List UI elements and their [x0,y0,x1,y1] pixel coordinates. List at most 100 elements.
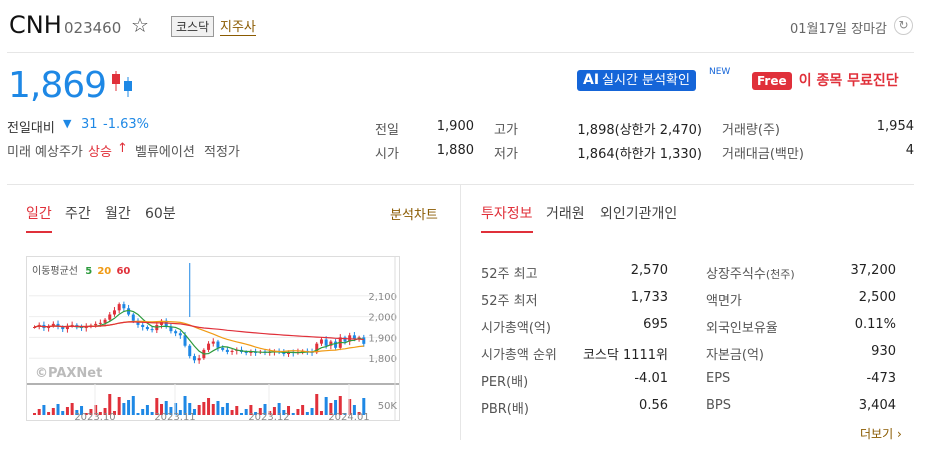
invest-value: 0.56 [639,398,668,413]
volume-bar [207,398,211,415]
volume-bar [225,403,229,415]
volume-bar [291,413,295,415]
candle-body [211,341,215,344]
candle-body [178,333,182,336]
analysis-chart-link[interactable]: 분석차트 [390,204,438,223]
chevron-right-icon: › [893,427,902,441]
tab-60min[interactable]: 60분 [145,203,176,223]
ai-badge: AI 실시간 분석확인 [577,70,696,91]
volume-bar [230,410,234,415]
invest-label: 상장주식수(천주) [706,267,795,282]
tab-daily[interactable]: 일간 [26,203,52,223]
forecast-label: 미래 예상주가 [7,145,83,160]
tab-brokers[interactable]: 거래원 [546,203,585,223]
invest-label: 자본금(억) [706,348,764,363]
star-icon[interactable]: ☆ [131,13,149,37]
candle-body [334,341,338,348]
candle-body [131,314,135,321]
candle-body [94,323,98,326]
volume-bar [145,405,149,415]
x-tick-label: 2023.12 [248,412,289,420]
candle-body [225,349,229,352]
invest-value: 2,570 [630,263,668,278]
y-tick-label: 2,000 [368,313,397,324]
change-arrow: ▼ [63,117,72,130]
summary-label-open: 시가 [375,147,399,162]
volume-bar [202,402,206,415]
y-tick-label: 1,800 [368,354,397,365]
group-tag[interactable]: 지주사 [220,16,256,36]
candle-body [117,304,121,311]
new-badge: NEW [709,67,731,77]
volume-bar [127,400,131,415]
summary-label-amount: 거래대금(백만) [722,147,804,162]
price-chart[interactable]: 이동평균선 5 20 60 2,100 2,000 1,900 1,800 50K 202… [26,256,400,421]
chart-canvas: 2,100 2,000 1,900 1,800 50K 2023.10 2023.11 202… [27,257,399,420]
stock-name: CNH [9,11,62,39]
candle-body [174,331,178,334]
invest-label: 액면가 [706,294,742,309]
forecast-value[interactable]: 상승 [88,141,112,160]
candle-body [98,322,102,324]
volume-bar [197,405,201,415]
volume-bar [65,407,69,415]
invest-label: 외국인보유율 [706,321,778,336]
invest-value: -4.01 [634,371,668,386]
chart-watermark: ©PAXNet [35,366,103,381]
volume-bar [315,394,319,415]
tab-monthly[interactable]: 월간 [105,203,131,223]
refresh-icon[interactable]: ↻ [894,16,913,35]
free-diagnosis-button[interactable]: Free 이 종목 무료진단 [752,70,899,90]
summary-value-low: 1,864(하한가 1,330) [577,147,702,162]
volume-bar [70,403,74,415]
free-diagnosis-text: 이 종목 무료진단 [798,73,899,89]
tab-investors[interactable]: 외인기관개인 [600,203,677,223]
candle-body [103,319,107,323]
tab-invest-info[interactable]: 투자정보 [481,203,533,223]
invest-value: 코스닥 1111위 [582,348,668,363]
volume-bar [42,405,46,415]
invest-value: -473 [866,371,896,386]
current-price: 1,869 [8,65,107,106]
candle-body [216,341,220,348]
invest-label: 시가총액(억) [481,321,551,336]
candle-body [122,304,126,309]
invest-value: 930 [871,344,896,359]
invest-value: 3,404 [858,398,896,413]
valuation-value[interactable]: 적정가 [204,141,240,160]
invest-label: PBR(배) [481,402,529,417]
summary-value-amount: 4 [905,143,914,158]
invest-label: PER(배) [481,375,529,390]
forecast-arrow: ↑ [117,141,128,156]
summary-label-low: 저가 [494,147,518,162]
tab-weekly[interactable]: 주간 [65,203,91,223]
y-tick-label: 2,100 [368,292,397,303]
invest-label: BPS [706,398,732,413]
volume-bar [33,413,36,415]
volume-bar [310,408,314,415]
volume-bar [305,412,309,415]
volume-bar [221,407,225,415]
volume-bar [61,411,65,415]
x-tick-label: 2024.01 [328,412,369,420]
volume-tick-label: 50K [378,401,398,412]
summary-label-volume: 거래량(주) [722,123,780,138]
candle-body [362,337,366,344]
invest-value: 0.11% [854,317,896,332]
invest-label: 52주 최고 [481,267,538,282]
volume-bar [235,406,239,415]
volume-bar [56,404,60,415]
volume-bar [150,412,154,415]
market-tag[interactable]: 코스닥 [171,16,215,37]
volume-bar [47,412,51,415]
candle-body [127,308,131,315]
ai-analysis-button[interactable]: AI 실시간 분석확인 [577,69,696,91]
more-link[interactable]: 더보기 › [860,425,902,442]
free-badge: Free [752,72,792,90]
invest-label: 시가총액 순위 [481,348,557,363]
candle-body [207,343,211,350]
ma-line [34,321,364,341]
y-tick-label: 1,900 [368,333,397,344]
candle-body [197,358,201,361]
candle-body [108,314,112,320]
